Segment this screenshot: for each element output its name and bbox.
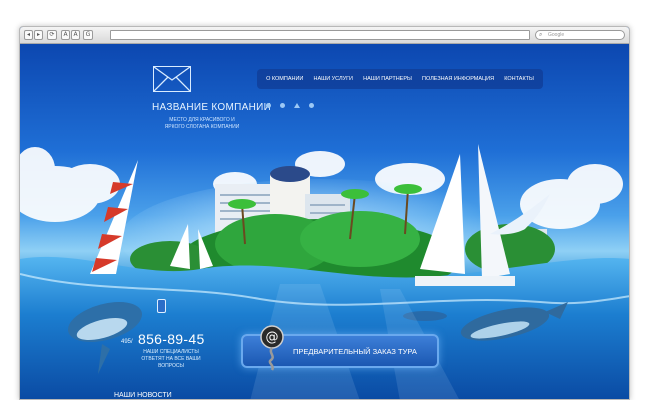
menu-item-about[interactable]: О КОМПАНИИ — [266, 76, 303, 82]
menu-item-info[interactable]: ПОЛЕЗНАЯ ИНФОРМАЦИЯ — [422, 76, 494, 82]
social-icon-1[interactable] — [266, 103, 271, 108]
tour-order-label: ПРЕДВАРИТЕЛЬНЫЙ ЗАКАЗ ТУРА — [293, 347, 417, 356]
font-smaller-button[interactable]: A — [61, 30, 70, 40]
reload-button[interactable]: ⟳ — [47, 30, 57, 40]
browser-window: ◂ ▸ ⟳ A A G ⌕ Google НАЗВАНИЕ КОМПАНИИ М… — [19, 26, 630, 400]
news-heading[interactable]: НАШИ НОВОСТИ — [114, 392, 172, 399]
phone-code: 495/ — [121, 339, 133, 345]
phone-note: НАШИ СПЕЦИАЛИСТЫ ОТВЕТЯТ НА ВСЕ ВАШИ ВОП… — [141, 349, 201, 369]
main-menu: О КОМПАНИИ НАШИ УСЛУГИ НАШИ ПАРТНЕРЫ ПОЛ… — [257, 69, 543, 89]
envelope-icon — [154, 67, 190, 91]
social-icon-4[interactable] — [309, 103, 314, 108]
social-icon-3[interactable] — [294, 103, 300, 108]
social-icon-2[interactable] — [280, 103, 285, 108]
menu-item-partners[interactable]: НАШИ ПАРТНЕРЫ — [363, 76, 412, 82]
address-bar[interactable] — [110, 30, 530, 40]
search-placeholder: Google — [548, 32, 565, 38]
phone-number: 856-89-45 — [138, 331, 205, 347]
search-icon: ⌕ — [539, 32, 543, 38]
company-name: НАЗВАНИЕ КОМПАНИИ — [152, 102, 272, 113]
svg-text:@: @ — [266, 330, 279, 345]
browser-toolbar: ◂ ▸ ⟳ A A G ⌕ Google — [20, 27, 629, 44]
company-slogan: МЕСТО ДЛЯ КРАСИВОГО И ЯРКОГО СЛОГАНА КОМ… — [164, 117, 240, 130]
menu-item-contacts[interactable]: КОНТАКТЫ — [504, 76, 534, 82]
at-sign-icon: @ — [260, 325, 284, 371]
back-button[interactable]: ◂ — [24, 30, 33, 40]
forward-button[interactable]: ▸ — [34, 30, 43, 40]
menu-item-services[interactable]: НАШИ УСЛУГИ — [314, 76, 353, 82]
font-larger-button[interactable]: A — [71, 30, 80, 40]
search-input[interactable]: ⌕ Google — [535, 30, 625, 40]
phone-icon — [157, 299, 166, 313]
company-logo[interactable] — [153, 66, 191, 92]
page-viewport: НАЗВАНИЕ КОМПАНИИ МЕСТО ДЛЯ КРАСИВОГО И … — [20, 44, 629, 399]
social-links — [266, 103, 314, 108]
bookmark-button[interactable]: G — [83, 30, 93, 40]
